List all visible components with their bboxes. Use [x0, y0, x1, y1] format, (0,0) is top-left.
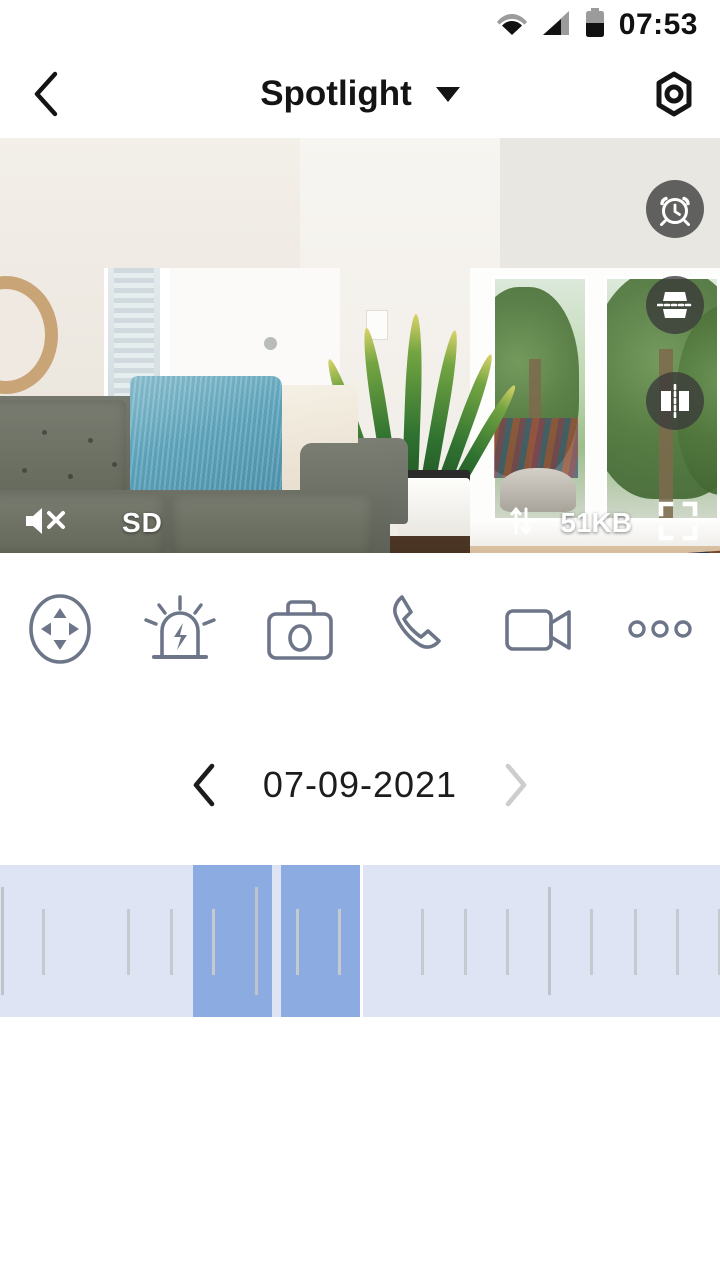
timeline-minor-tick [506, 909, 509, 975]
live-video-view[interactable]: SD 51KB [0, 138, 720, 553]
header-title-group[interactable]: Spotlight [0, 50, 720, 138]
battery-icon [584, 7, 606, 43]
video-frame-image [0, 138, 720, 553]
talk-button[interactable] [360, 553, 480, 705]
timeline-hour-tick [1, 887, 4, 995]
split-vertical-icon [661, 384, 689, 418]
wifi-icon [496, 10, 528, 41]
timeline-recording-segment[interactable] [281, 865, 361, 1017]
more-button[interactable] [600, 553, 720, 705]
chevron-left-icon [34, 71, 58, 117]
bandwidth-label: 51KB [560, 507, 632, 538]
alarm-clock-icon [660, 196, 690, 226]
timeline-minor-tick [634, 909, 637, 975]
video-overlay-right: 51KB [508, 501, 698, 546]
ptz-control-button[interactable] [0, 553, 120, 705]
empty-content-area [0, 1017, 720, 1277]
video-quality-label[interactable]: SD [122, 507, 163, 539]
previous-day-button[interactable] [181, 755, 227, 815]
page-title: Spotlight [260, 74, 412, 113]
alarm-clock-button[interactable] [646, 180, 704, 238]
siren-button[interactable] [120, 553, 240, 705]
video-side-buttons [646, 180, 704, 430]
horizontal-split-button[interactable] [646, 276, 704, 334]
up-down-arrows-icon [508, 505, 534, 542]
status-bar: 07:53 [0, 0, 720, 50]
current-date-label: 07-09-2021 [262, 764, 458, 805]
timeline-playhead[interactable] [360, 865, 363, 1017]
mute-button[interactable] [22, 504, 70, 543]
timeline-hour-tick [548, 887, 551, 995]
snapshot-button[interactable] [240, 553, 360, 705]
cellular-signal-icon [541, 10, 571, 41]
settings-button[interactable] [628, 50, 720, 138]
timeline-minor-tick [676, 909, 679, 975]
settings-hex-icon [656, 71, 692, 117]
camera-action-toolbar [0, 553, 720, 705]
chevron-left-icon [193, 763, 215, 807]
timeline-minor-tick [170, 909, 173, 975]
siren-alarm-icon [144, 595, 216, 659]
video-camera-icon [505, 609, 571, 651]
timeline-minor-tick [464, 909, 467, 975]
back-button[interactable] [0, 50, 90, 138]
video-overlay-bar: SD 51KB [0, 493, 720, 553]
more-dots-icon [628, 620, 692, 638]
caret-down-icon[interactable] [435, 86, 460, 102]
ptz-direction-icon [29, 594, 91, 664]
status-bar-time: 07:53 [618, 8, 698, 41]
app-header: Spotlight [0, 50, 720, 138]
record-button[interactable] [480, 553, 600, 705]
speaker-muted-icon [26, 507, 65, 534]
next-day-button[interactable] [493, 755, 539, 815]
timeline-minor-tick [127, 909, 130, 975]
timeline-minor-tick [212, 909, 215, 975]
timeline-minor-tick [42, 909, 45, 975]
phone-handset-icon [393, 595, 441, 649]
recording-timeline[interactable] [0, 865, 720, 1017]
timeline-minor-tick [296, 909, 299, 975]
chevron-right-icon [505, 763, 527, 807]
timeline-minor-tick [590, 909, 593, 975]
vertical-split-button[interactable] [646, 372, 704, 430]
timeline-minor-tick [338, 909, 341, 975]
fullscreen-expand-icon [658, 501, 698, 540]
camera-icon [267, 600, 333, 660]
timeline-hour-tick [255, 887, 258, 995]
fullscreen-button[interactable] [658, 501, 698, 546]
split-horizontal-icon [657, 292, 692, 318]
timeline-minor-tick [421, 909, 424, 975]
date-navigation: 07-09-2021 [0, 705, 720, 865]
timeline-recording-segment[interactable] [193, 865, 272, 1017]
